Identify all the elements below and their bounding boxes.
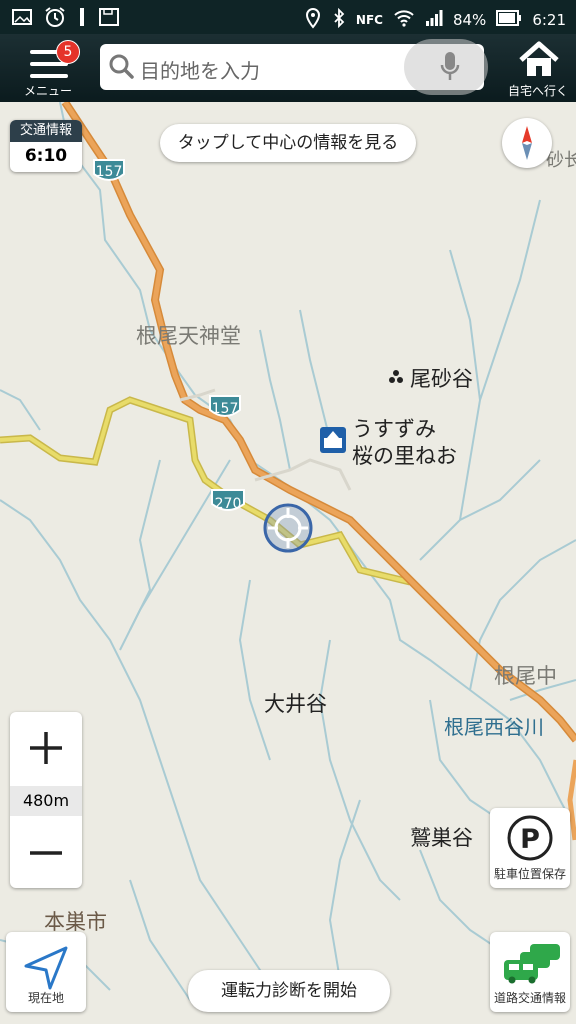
go-home-label: 自宅へ行く [508,84,569,98]
road-traffic-info-button[interactable]: 道路交通情報 [490,932,570,1012]
compass-icon [522,126,532,160]
route-270-label: 270 [215,496,242,512]
route-shield-157-south: 157 [209,395,241,417]
traffic-info-title: 交通情報 [10,120,82,142]
drive-diagnosis-button[interactable]: 運転力診断を開始 [188,970,390,1012]
current-location-button[interactable]: 現在地 [6,932,86,1012]
parking-save-label: 駐車位置保存 [493,867,566,881]
navigation-arrow-icon [24,946,68,990]
route-157-label: 157 [96,164,123,180]
route-157-label-2: 157 [212,401,239,417]
place-wasudani: 鷲巣谷 [410,826,473,850]
center-info-button[interactable]: タップして中心の情報を見る [160,124,416,162]
place-usuzumi-line1: うすずみ [352,417,436,441]
place-usuzumi-line2: 桜の里ねお [352,444,457,468]
voice-input-button[interactable] [404,39,488,95]
signal-icon [425,9,443,31]
road-traffic-info-label: 道路交通情報 [493,991,566,1005]
map-scale: 480m [10,786,82,816]
compass-button[interactable] [502,118,552,168]
nfc-text: NFC [355,13,383,27]
parking-save-button[interactable]: P 駐車位置保存 [490,808,570,888]
place-neo-naka: 根尾中 [494,664,557,688]
roadside-station-icon [320,427,346,453]
traffic-info-time: 6:10 [24,146,68,166]
search-icon [108,53,136,85]
current-location-label: 現在地 [27,991,64,1005]
traffic-cars-icon [504,944,560,984]
zoom-out-button[interactable] [10,818,82,888]
place-neo-sunatani: 尾砂谷 [410,367,473,391]
traffic-info-badge[interactable]: 交通情報 6:10 [10,120,82,172]
alarm-icon [44,6,66,32]
map-canvas[interactable]: 157 157 270 [0,102,576,1024]
place-neo-tenjindo: 根尾天神堂 [136,324,241,348]
menu-button[interactable]: 5 メニュー [18,40,84,98]
top-toolbar: 5 メニュー 目的地を入力 自宅へ行く [0,34,576,102]
parking-glyph: P [520,824,540,855]
location-icon [304,7,322,33]
battery-percent: 84% [452,11,487,29]
wifi-icon [393,9,415,31]
map-center-crosshair-icon [263,503,313,553]
status-bar: NFC 84% 6:21 [0,0,576,34]
search-placeholder: 目的地を入力 [140,59,260,83]
save-icon [98,7,120,31]
place-neo-nishitanigawa: 根尾西谷川 [444,715,544,739]
parking-icon: P [507,815,553,861]
zoom-in-button[interactable] [10,712,82,784]
image-icon [12,8,32,30]
minus-icon [30,851,62,855]
route-shield-270: 270 [211,489,245,512]
plus-icon [30,732,62,764]
home-icon [519,41,559,76]
route-shield-157-north: 157 [93,159,125,181]
battery-icon [496,10,522,30]
clock: 6:21 [532,11,566,29]
go-home-button[interactable]: 自宅へ行く [504,40,574,98]
zoom-control: 480m [10,712,82,888]
place-oidani: 大井谷 [264,692,327,716]
menu-label: メニュー [24,84,73,98]
sim-icon [78,7,86,31]
bluetooth-icon [332,7,346,32]
notification-badge: 5 [56,40,80,64]
microphone-icon [440,52,460,80]
